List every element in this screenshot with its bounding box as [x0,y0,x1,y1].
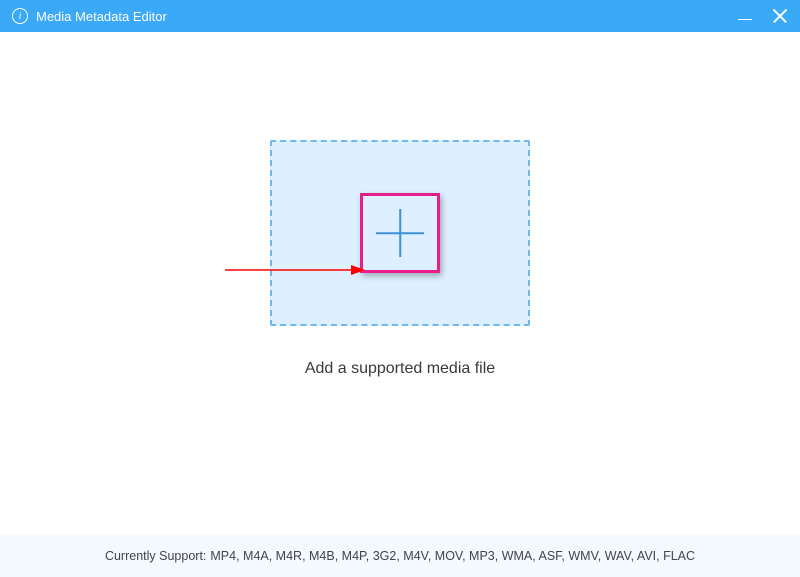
window-controls [738,8,788,24]
footer-label: Currently Support: [105,549,206,563]
footer-bar: Currently Support: MP4, M4A, M4R, M4B, M… [0,535,800,577]
close-button[interactable] [772,8,788,24]
footer-formats: MP4, M4A, M4R, M4B, M4P, 3G2, M4V, MOV, … [210,549,695,563]
info-icon-letter: i [19,11,22,22]
info-icon: i [12,8,28,24]
window-title: Media Metadata Editor [36,9,738,24]
add-file-dropzone[interactable] [270,140,530,326]
main-content: Add a supported media file [0,32,800,535]
instruction-label: Add a supported media file [305,360,495,378]
minimize-button[interactable] [738,9,752,23]
titlebar: i Media Metadata Editor [0,0,800,32]
plus-icon [376,209,424,257]
